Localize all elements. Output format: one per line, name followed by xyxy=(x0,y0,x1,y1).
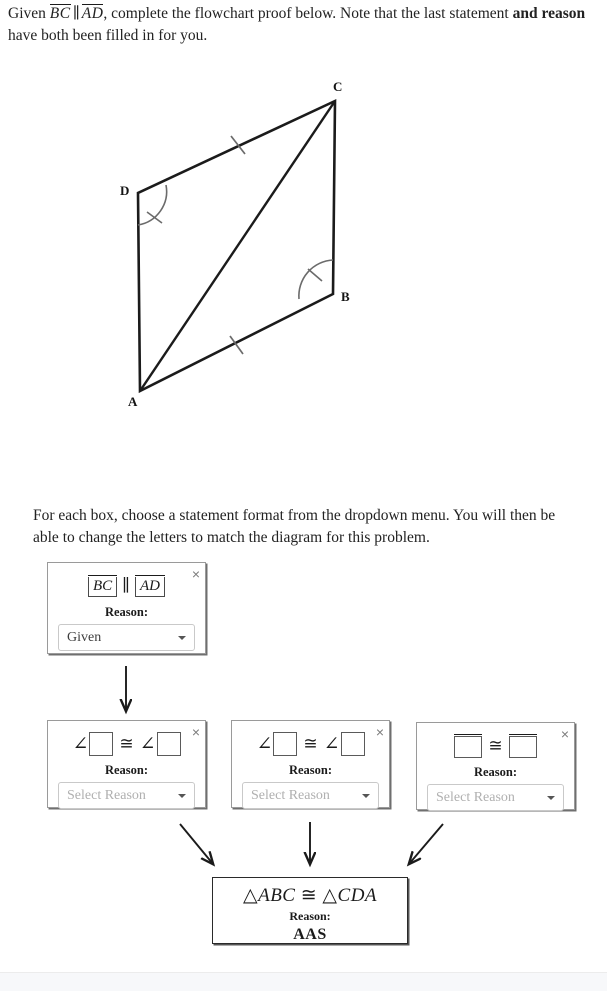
reason-dropdown-placeholder: Select Reason xyxy=(251,787,330,803)
angle-symbol-left: ∠ xyxy=(72,733,89,755)
instruction-text: For each box, choose a statement format … xyxy=(33,507,556,547)
intro-segment-ad: AD xyxy=(81,4,104,22)
arrow-segment-to-conclusion xyxy=(409,823,444,864)
intro-segment-bc: BC xyxy=(49,4,71,22)
congruent-symbol: ≅ xyxy=(119,734,134,753)
conclusion-right-triangle: CDA xyxy=(337,885,378,906)
chevron-down-icon xyxy=(178,635,186,640)
segment-token-right[interactable]: AD xyxy=(135,574,166,598)
statement-expression-segment: ≅ xyxy=(427,731,564,761)
letters-input-right[interactable]: AD xyxy=(135,577,166,598)
conclusion-left-triangle: ABC xyxy=(258,885,296,906)
intro-text: Given BC ∥ AD, complete the flowchart proo… xyxy=(8,3,588,48)
statement-box-segment[interactable]: × ≅ Reason: Select Reason xyxy=(416,722,575,811)
vertex-label-a: A xyxy=(128,394,138,409)
arrow-angle1-to-conclusion xyxy=(179,823,213,864)
overbar-right xyxy=(508,733,537,735)
statement-box-angle-1[interactable]: × ∠ ≅ ∠ Reason: Select Reason xyxy=(47,720,206,809)
angle-arc-b xyxy=(298,259,334,300)
conclusion-box: △ABC ≅ △CDA Reason: AAS xyxy=(212,877,408,944)
letters-input-right[interactable] xyxy=(508,736,537,759)
angle-symbol-left: ∠ xyxy=(256,733,273,755)
statement-expression-angle-2: ∠ ≅ ∠ xyxy=(242,729,379,759)
angle-symbol-right: ∠ xyxy=(323,733,340,755)
intro-prefix: Given xyxy=(8,5,50,22)
reason-label: Reason: xyxy=(104,763,149,777)
reason-dropdown-angle-1[interactable]: Select Reason xyxy=(58,782,195,809)
congruent-symbol: ≅ xyxy=(303,734,318,753)
triangle-icon-right: △ xyxy=(322,885,338,906)
letters-input-left[interactable]: BC xyxy=(87,577,118,598)
overbar-left xyxy=(87,574,118,576)
intro-bold-and-reason: and reason xyxy=(512,5,586,22)
quadrilateral-svg xyxy=(136,98,337,394)
angle-symbol-right: ∠ xyxy=(139,733,156,755)
intro-suffix: have both been filled in for you. xyxy=(8,27,208,45)
reason-dropdown-placeholder: Select Reason xyxy=(436,789,515,805)
letters-input-right[interactable] xyxy=(340,732,365,756)
angle-tick-b xyxy=(307,268,323,282)
parallel-symbol-given: ∥ xyxy=(122,576,131,595)
conclusion-reason-value: AAS xyxy=(293,926,327,943)
reason-dropdown-placeholder: Select Reason xyxy=(67,787,146,803)
reason-label: Reason: xyxy=(289,909,331,923)
reason-dropdown-segment[interactable]: Select Reason xyxy=(427,784,564,811)
reason-label: Reason: xyxy=(288,763,333,777)
chevron-down-icon xyxy=(547,795,555,800)
vertex-label-c: C xyxy=(333,79,343,94)
letters-input-left[interactable] xyxy=(273,732,298,756)
reason-label: Reason: xyxy=(473,765,518,779)
segment-token-right[interactable] xyxy=(508,733,537,759)
congruent-symbol: ≅ xyxy=(300,885,318,906)
statement-expression-angle-1: ∠ ≅ ∠ xyxy=(58,729,195,759)
statement-expression-given: BC ∥ AD xyxy=(58,571,195,601)
statement-box-angle-2[interactable]: × ∠ ≅ ∠ Reason: Select Reason xyxy=(231,720,390,809)
geometry-figure: A B C D xyxy=(100,75,390,420)
letters-input-left[interactable] xyxy=(454,736,483,759)
vertex-label-b: B xyxy=(341,289,350,304)
overbar-right xyxy=(135,574,166,576)
chevron-down-icon xyxy=(362,793,370,798)
segment-token-left[interactable]: BC xyxy=(87,574,118,598)
segment-token-left[interactable] xyxy=(454,733,483,759)
bottom-band xyxy=(0,972,607,991)
triangle-icon-left: △ xyxy=(242,885,259,906)
statement-box-given[interactable]: × BC ∥ AD Reason: Given xyxy=(47,562,206,654)
congruent-symbol: ≅ xyxy=(488,736,503,755)
conclusion-statement: △ABC ≅ △CDA xyxy=(223,884,397,907)
reason-label: Reason: xyxy=(104,605,149,619)
overbar-left xyxy=(454,733,483,735)
vertex-label-d: D xyxy=(120,183,130,198)
reason-dropdown-given[interactable]: Given xyxy=(58,624,195,651)
intro-middle: , complete the flowchart proof below. No… xyxy=(103,5,513,22)
parallel-symbol: ∥ xyxy=(72,5,80,22)
letters-input-left[interactable] xyxy=(89,732,114,756)
reason-dropdown-angle-2[interactable]: Select Reason xyxy=(242,782,379,809)
reason-dropdown-value: Given xyxy=(67,629,102,645)
chevron-down-icon xyxy=(178,793,186,798)
letters-input-right[interactable] xyxy=(156,732,181,756)
